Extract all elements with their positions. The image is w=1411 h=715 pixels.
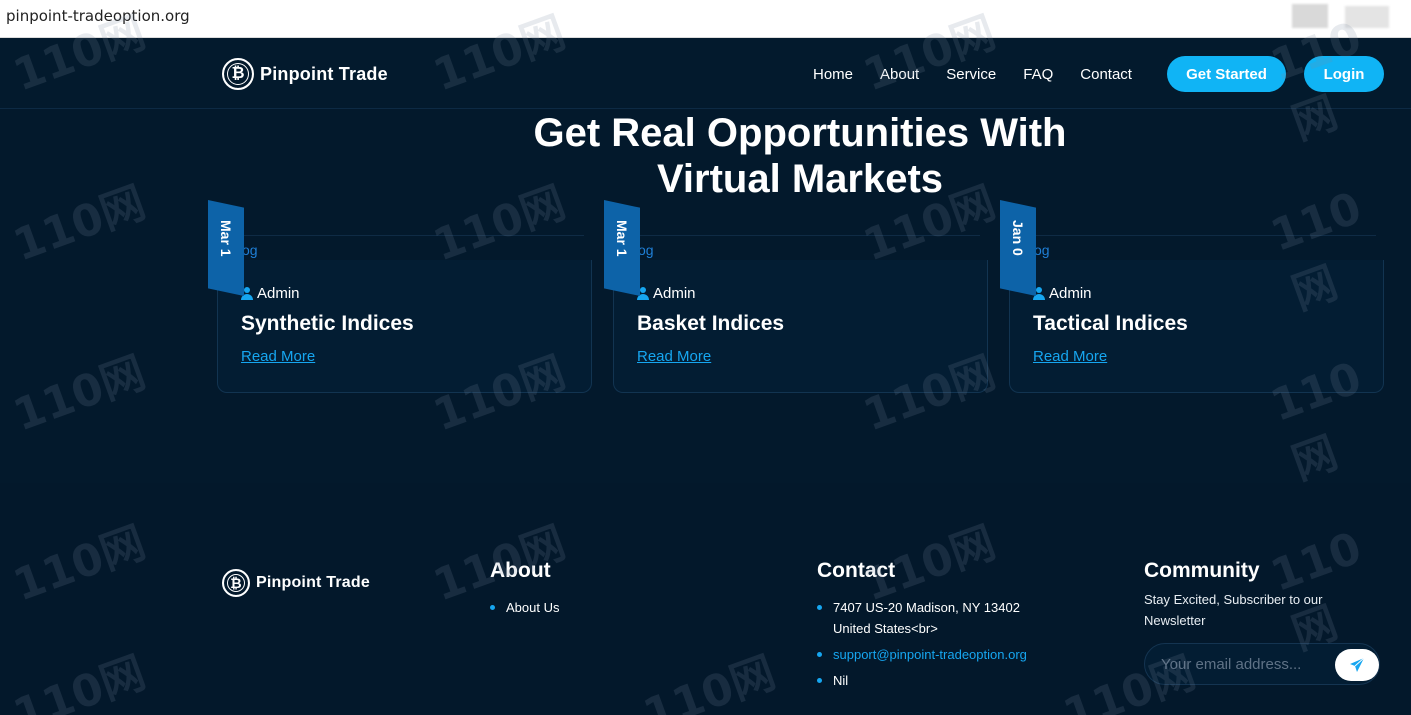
get-started-button[interactable]: Get Started	[1167, 56, 1286, 92]
newsletter-text: Stay Excited, Subscriber to our Newslett…	[1144, 592, 1323, 628]
hero-title: Get Real Opportunities With Virtual Mark…	[400, 110, 1200, 202]
contact-email-link[interactable]: support@pinpoint-tradeoption.org	[817, 644, 1027, 665]
blurred-profile-icon[interactable]	[1345, 6, 1389, 28]
card-title: Tactical Indices	[1033, 312, 1188, 335]
card-title: Basket Indices	[637, 312, 785, 335]
author-name: Admin	[257, 285, 300, 302]
blog-card: og Admin Basket Indices Read More Mar 1	[604, 200, 988, 432]
blog-card: og Admin Tactical Indices Read More Jan …	[1000, 200, 1384, 432]
bitcoin-coin-icon: ₿	[222, 569, 250, 597]
blurred-extension-icon[interactable]	[1292, 4, 1328, 28]
newsletter-email-input[interactable]	[1161, 654, 1321, 674]
card-author: Admin	[637, 285, 696, 302]
hero-title-line2: Virtual Markets	[656, 157, 944, 201]
date-ribbon: Mar 1	[604, 200, 640, 296]
footer-brand-logo[interactable]: ₿ Pinpoint Trade	[222, 569, 370, 597]
card-body: Admin Basket Indices Read More	[613, 260, 988, 393]
footer-about-us-link[interactable]: About Us	[490, 597, 559, 618]
browser-address-bar[interactable]: pinpoint-tradeoption.org	[0, 0, 1411, 38]
website: ₿ Pinpoint Trade Home About Service FAQ …	[0, 7, 1411, 715]
footer-contact-title: Contact	[817, 559, 896, 582]
read-more-link[interactable]: Read More	[241, 348, 315, 365]
main-nav: Home About Service FAQ Contact	[813, 66, 1132, 83]
date-ribbon: Jan 0	[1000, 200, 1036, 296]
nav-about[interactable]: About	[880, 66, 919, 83]
newsletter-form	[1144, 643, 1380, 685]
date-ribbon: Mar 1	[208, 200, 244, 296]
card-divider	[238, 235, 584, 236]
date-label: Mar 1	[614, 220, 630, 257]
brand-logo[interactable]: ₿ Pinpoint Trade	[222, 58, 388, 90]
nav-home[interactable]: Home	[813, 66, 853, 83]
nav-service[interactable]: Service	[946, 66, 996, 83]
read-more-link[interactable]: Read More	[1033, 348, 1107, 365]
watermark-text: 110网	[6, 347, 153, 442]
footer-community-title: Community	[1144, 559, 1260, 582]
footer: ₿ Pinpoint Trade About About Us Contact …	[0, 483, 1411, 715]
card-author: Admin	[241, 285, 300, 302]
contact-phone: Nil	[817, 670, 1027, 691]
footer-contact-list: 7407 US-20 Madison, NY 13402 United Stat…	[817, 597, 1027, 696]
paper-plane-icon	[1350, 657, 1365, 672]
url-text[interactable]: pinpoint-tradeoption.org	[6, 7, 190, 25]
card-category: og	[242, 242, 258, 258]
blog-card: og Admin Synthetic Indices Read More Mar…	[208, 200, 592, 432]
nav-contact[interactable]: Contact	[1080, 66, 1132, 83]
footer-about-list: About Us	[490, 597, 559, 623]
author-name: Admin	[1049, 285, 1092, 302]
date-label: Jan 0	[1010, 220, 1026, 256]
date-label: Mar 1	[218, 220, 234, 257]
footer-about-title: About	[490, 559, 551, 582]
navbar: ₿ Pinpoint Trade Home About Service FAQ …	[0, 38, 1411, 109]
card-divider	[1030, 235, 1376, 236]
card-title: Synthetic Indices	[241, 312, 414, 335]
nav-faq[interactable]: FAQ	[1023, 66, 1053, 83]
watermark-text: 110网	[6, 177, 153, 272]
contact-address: 7407 US-20 Madison, NY 13402 United Stat…	[817, 597, 1027, 639]
read-more-link[interactable]: Read More	[637, 348, 711, 365]
card-divider	[634, 235, 980, 236]
card-author: Admin	[1033, 285, 1092, 302]
author-name: Admin	[653, 285, 696, 302]
login-button[interactable]: Login	[1304, 56, 1384, 92]
card-body: Admin Tactical Indices Read More	[1009, 260, 1384, 393]
brand-name: Pinpoint Trade	[260, 63, 388, 84]
card-category: og	[638, 242, 654, 258]
card-body: Admin Synthetic Indices Read More	[217, 260, 592, 393]
hero-title-line1: Get Real Opportunities With	[533, 111, 1067, 155]
bitcoin-coin-icon: ₿	[222, 58, 254, 90]
footer-brand-name: Pinpoint Trade	[256, 574, 370, 591]
card-category: og	[1034, 242, 1050, 258]
send-button[interactable]	[1335, 649, 1379, 681]
